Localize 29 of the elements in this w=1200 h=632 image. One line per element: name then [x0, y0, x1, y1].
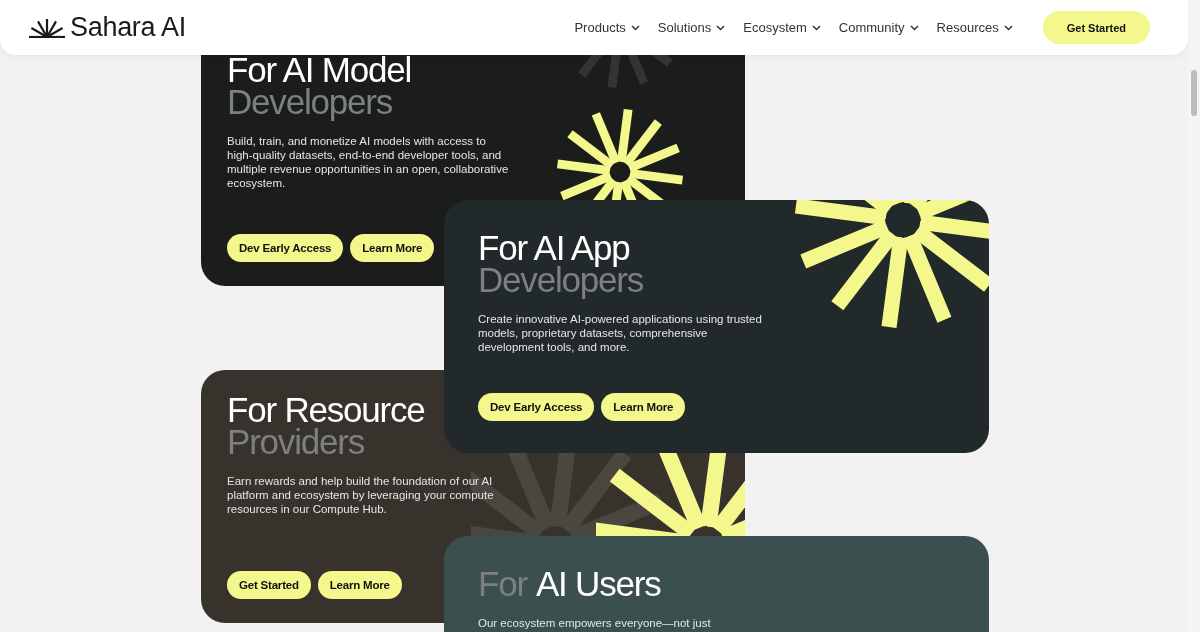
card-button[interactable]: Dev Early Access — [227, 234, 344, 262]
nav-link[interactable]: Products — [574, 20, 640, 35]
card-title: AI Users — [535, 568, 661, 600]
card-description: Build, train, and monetize AI models with access to high-quality datasets, end-to-end developer tools, and multiple revenue opportunities in an open, collaborative ecosystem. — [227, 134, 510, 190]
card-description: Create innovative AI-powered applications using trusted models, proprietary datasets, comprehensive development tools, and more. — [478, 312, 762, 354]
nav-link[interactable]: Solutions — [657, 20, 726, 35]
get-started-button[interactable]: Get Started — [1042, 11, 1150, 44]
chevron-down-icon — [1003, 24, 1013, 31]
logo-text[interactable]: Sahara AI — [70, 12, 186, 43]
logo-icon — [28, 17, 66, 38]
card-title: Providers — [227, 426, 365, 458]
nav-link[interactable]: Ecosystem — [743, 20, 821, 35]
card-button[interactable]: Learn More — [601, 393, 686, 421]
card-title: For AI Model — [227, 54, 411, 86]
nav-link[interactable]: Community — [838, 20, 919, 35]
card-title: For Resource — [227, 394, 425, 426]
nav-link[interactable]: Resources — [936, 20, 1013, 35]
card-button[interactable]: Get Started — [227, 571, 311, 599]
chevron-down-icon — [909, 24, 919, 31]
chevron-down-icon — [716, 24, 726, 31]
scrollbar-thumb[interactable] — [1191, 70, 1197, 116]
card-button[interactable]: Learn More — [350, 234, 435, 262]
card-button[interactable]: Dev Early Access — [478, 393, 595, 421]
card-title: For — [478, 568, 527, 600]
card-description: Earn rewards and help build the foundation of our AI platform and ecosystem by leveraging your compute resources in our Compute Hub. — [227, 474, 495, 516]
chevron-down-icon — [630, 24, 640, 31]
card-description: Our ecosystem empowers everyone—not just — [478, 616, 712, 630]
card-button[interactable]: Learn More — [317, 571, 402, 599]
chevron-down-icon — [811, 24, 821, 31]
